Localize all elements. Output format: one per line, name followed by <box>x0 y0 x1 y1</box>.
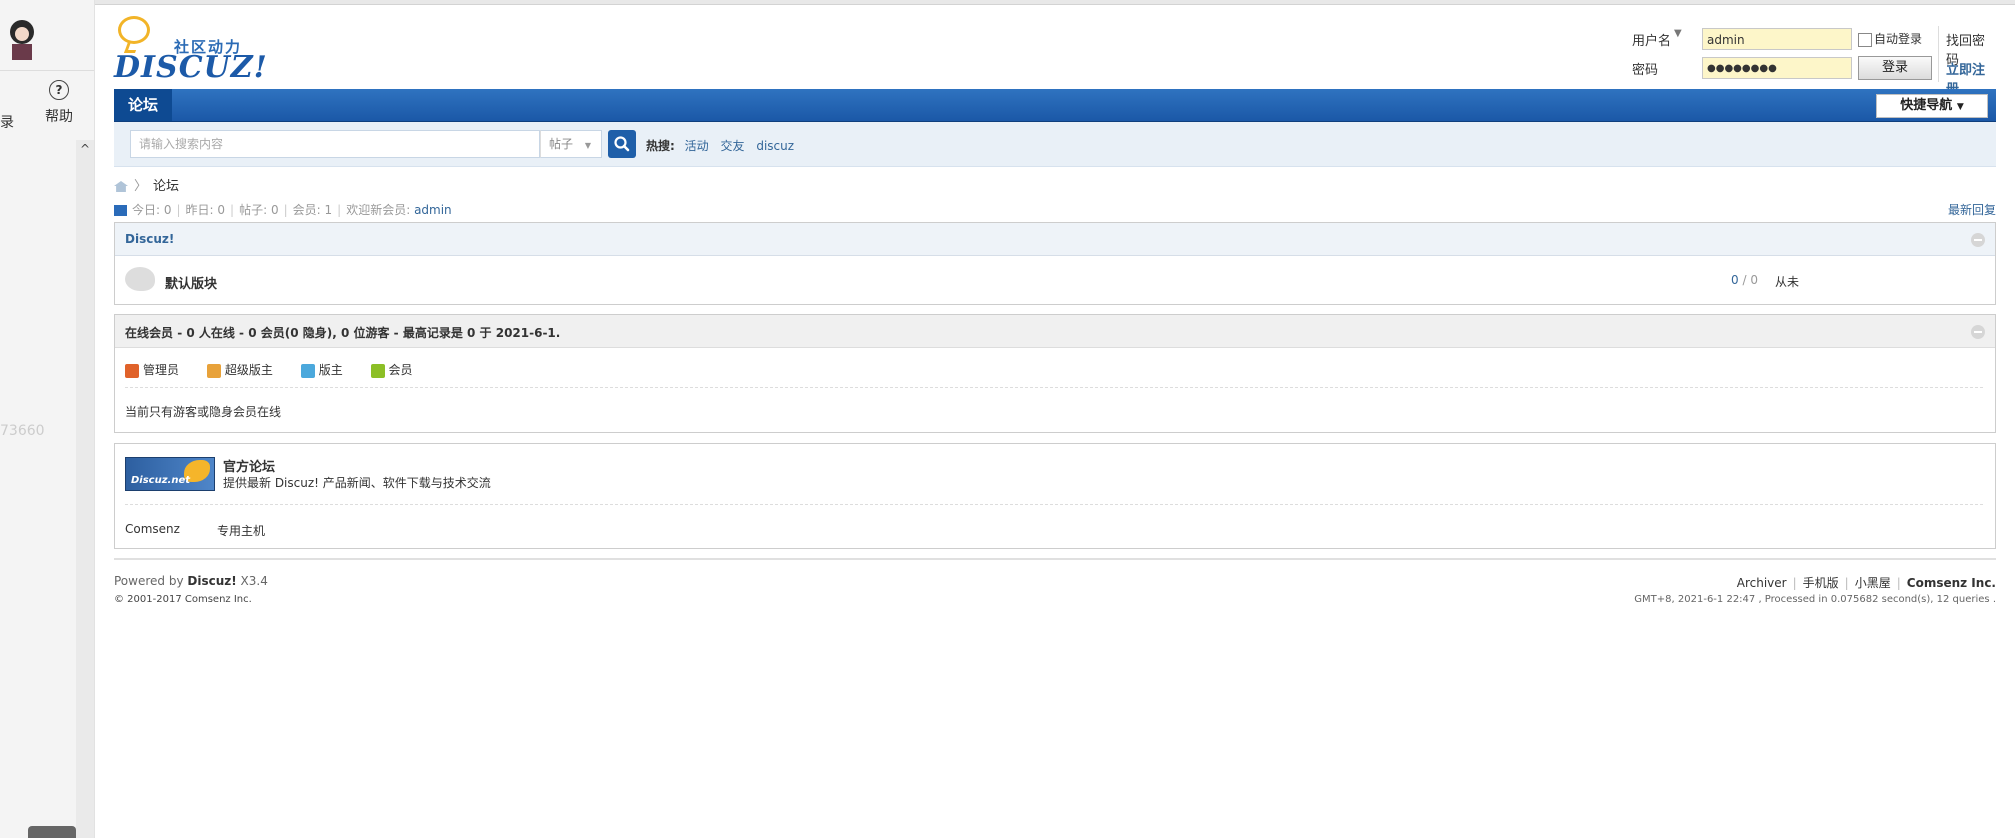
company-name[interactable]: Comsenz Inc. <box>1907 576 1996 590</box>
mobile-link[interactable]: 手机版 <box>1803 576 1839 590</box>
hot-search-link[interactable]: 活动 <box>685 139 709 153</box>
thread-count: 0 <box>1731 273 1739 287</box>
online-members-link[interactable]: 在线会员 <box>125 326 173 340</box>
top-border <box>95 0 2015 5</box>
robot-icon <box>28 826 76 838</box>
search-icon <box>614 136 630 152</box>
stats-chart-icon <box>114 205 127 216</box>
username-input[interactable]: admin <box>1702 28 1852 50</box>
official-forum-description: 提供最新 Discuz! 产品新闻、软件下载与技术交流 <box>223 476 491 490</box>
divider <box>1938 26 1939 82</box>
processing-info: GMT+8, 2021-6-1 22:47 , Processed in 0.0… <box>1634 594 1996 605</box>
stat-posts: 帖子: 0 <box>239 203 279 217</box>
hot-label: 热搜: <box>646 139 675 153</box>
online-header: 在线会员 - 0 人在线 - 0 会员(0 隐身), 0 位游客 - 最高记录是… <box>115 315 1995 348</box>
password-label: 密码 <box>1632 63 1659 78</box>
search-bar: 请输入搜索内容 帖子 ▼ 热搜: 活动 交友 discuz <box>114 122 1996 167</box>
password-input[interactable]: ●●●●●●●● <box>1702 57 1852 79</box>
online-message: 当前只有游客或隐身会员在线 <box>125 405 282 419</box>
forum-group-title[interactable]: Discuz! <box>125 232 174 246</box>
blacklist-link[interactable]: 小黑屋 <box>1855 576 1891 590</box>
chevron-down-icon[interactable]: ▼ <box>1674 28 1682 39</box>
latest-replies-link[interactable]: 最新回复 <box>1948 201 1996 218</box>
powered-by: Powered by Discuz! X3.4 <box>114 574 268 588</box>
hot-searches: 热搜: 活动 交友 discuz <box>646 137 802 154</box>
legend-item: 超级版主 <box>206 361 273 378</box>
avatar[interactable] <box>0 12 42 64</box>
bubble-icon <box>118 16 150 44</box>
dedicated-host-link[interactable]: 专用主机 <box>217 522 265 539</box>
logo-brand: DISCUZ! <box>114 50 268 85</box>
quick-nav-button[interactable]: 快捷导航 ▼ <box>1876 94 1988 118</box>
archiver-link[interactable]: Archiver <box>1737 576 1787 590</box>
friend-links: Discuz.net 官方论坛 提供最新 Discuz! 产品新闻、软件下载与技… <box>114 443 1996 549</box>
forum-group-header: Discuz! <box>115 223 1995 256</box>
auto-login-checkbox[interactable] <box>1858 33 1872 47</box>
forum-stats: 今日: 0 | 昨日: 0 | 帖子: 0 | 会员: 1 | 欢迎新会员: admin <box>114 201 452 218</box>
stat-members: 会员: 1 <box>292 203 333 217</box>
legend-item: 会员 <box>370 361 413 378</box>
forum-row: 默认版块 0 / 0 从未 <box>115 257 1995 303</box>
banner-text: Discuz.net <box>131 475 191 486</box>
auto-login-label: 自动登录 <box>1874 32 1923 46</box>
last-post: 从未 <box>1775 275 1800 289</box>
nav-bar: 论坛 快捷导航 ▼ <box>114 89 1996 122</box>
quick-nav-label: 快捷导航 <box>1900 98 1953 113</box>
member-legend: 管理员 超级版主 版主 会员 <box>125 361 437 378</box>
collapse-icon[interactable] <box>1971 233 1985 247</box>
welcome-prefix: 欢迎新会员: <box>346 203 411 217</box>
help-icon: ? <box>49 80 69 100</box>
legend-item: 版主 <box>300 361 343 378</box>
online-members: 在线会员 - 0 人在线 - 0 会员(0 隐身), 0 位游客 - 最高记录是… <box>114 314 1996 433</box>
search-type-select[interactable]: 帖子 ▼ <box>540 130 602 158</box>
collapse-icon[interactable] <box>1971 325 1985 339</box>
forum-counts: 0 / 0 <box>1731 273 1758 287</box>
moderator-user-icon <box>300 363 315 378</box>
site-logo[interactable]: 社区动力 DISCUZ! <box>114 14 267 85</box>
stat-yesterday: 昨日: 0 <box>185 203 226 217</box>
home-icon[interactable] <box>114 181 128 192</box>
hot-search-link[interactable]: discuz <box>756 139 794 153</box>
forum-bubble-icon <box>125 267 155 291</box>
number-text: 73660 <box>0 423 45 439</box>
login-form: 用户名 ▼ admin 自动登录 密码 ●●●●●●●● 登录 找回密码 立即注… <box>1632 26 1996 97</box>
breadcrumb: 〉论坛 <box>114 175 179 194</box>
search-button[interactable] <box>608 130 636 158</box>
forum-group: Discuz! 默认版块 0 / 0 从未 <box>114 222 1996 305</box>
official-forum-link[interactable]: 官方论坛 <box>223 456 275 475</box>
copyright: © 2001-2017 Comsenz Inc. <box>114 594 252 605</box>
divider <box>125 387 1983 388</box>
online-summary: - 0 人在线 - 0 会员(0 隐身), 0 位游客 - 最高记录是 0 于 … <box>173 326 561 340</box>
stat-today: 今日: 0 <box>132 203 172 217</box>
divider <box>0 70 94 71</box>
breadcrumb-current: 论坛 <box>153 179 180 194</box>
help-label: 帮助 <box>45 109 73 125</box>
super-moderator-user-icon <box>206 363 221 378</box>
footer-links: Archiver | 手机版 | 小黑屋 | Comsenz Inc. <box>1736 576 1996 590</box>
admin-user-icon <box>125 363 139 378</box>
username-label: 用户名 <box>1632 34 1672 49</box>
post-count: 0 <box>1750 273 1758 287</box>
login-button[interactable]: 登录 <box>1858 56 1932 80</box>
member-user-icon <box>370 363 385 378</box>
newest-member-link[interactable]: admin <box>414 203 452 217</box>
divider <box>125 504 1983 505</box>
chevron-up-icon[interactable]: ^ <box>76 140 94 158</box>
sidebar-item-label[interactable]: 录 <box>0 112 14 132</box>
hot-search-link[interactable]: 交友 <box>720 139 744 153</box>
scrollbar[interactable] <box>76 140 94 838</box>
chevron-down-icon: ▼ <box>1956 102 1964 112</box>
search-input[interactable]: 请输入搜索内容 <box>130 130 540 158</box>
tab-forum[interactable]: 论坛 <box>114 89 173 121</box>
chevron-down-icon: ▼ <box>584 141 591 150</box>
legend-item: 管理员 <box>125 361 179 378</box>
powered-brand[interactable]: Discuz! <box>187 574 236 588</box>
discuz-banner-image[interactable]: Discuz.net <box>125 457 215 491</box>
comsenz-link[interactable]: Comsenz <box>125 522 180 536</box>
help-button[interactable]: ? 帮助 <box>36 80 82 126</box>
side-panel: 录 ? 帮助 ^ 73660 <box>0 0 95 838</box>
footer-divider <box>114 558 1996 560</box>
search-type-label: 帖子 <box>549 137 574 151</box>
forum-name-link[interactable]: 默认版块 <box>165 273 217 292</box>
